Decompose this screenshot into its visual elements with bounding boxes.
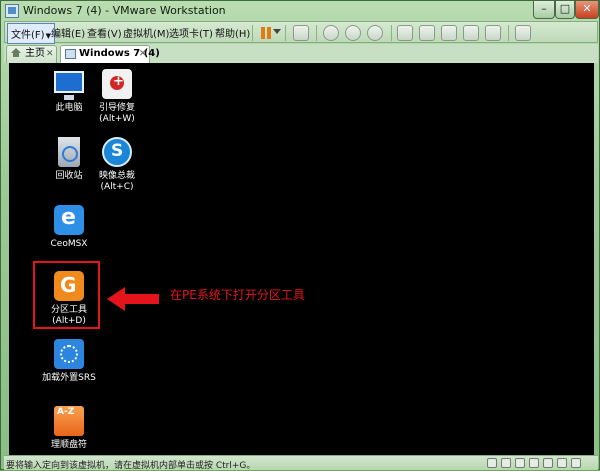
close-button[interactable]: ✕ [575,1,599,19]
desktop-icon-label: 引导修复 [98,103,135,113]
toolbar-separator [316,25,317,41]
highlight-box [33,261,100,329]
console-view-icon[interactable] [441,25,457,41]
title-bar[interactable]: Windows 7 (4) - VMware Workstation – □ ✕ [1,1,599,21]
red-arrow-icon [107,287,159,311]
status-bar: 要将输入定向到该虚拟机，请在虚拟机内部单击或按 Ctrl+G。 [4,455,598,471]
shortcut-label: (Alt+C) [100,182,134,192]
display-icon[interactable] [557,458,567,468]
network-icon[interactable] [529,458,539,468]
ceomsx-icon [54,205,84,235]
tab-home[interactable]: 主页 ✕ [6,45,57,63]
message-icon[interactable] [571,458,581,468]
vm-console[interactable]: 此电脑 引导修复 (Alt+W) 回收站 映像总裁 (Alt+C) CeoMSX… [9,63,594,455]
snapshot-icon[interactable] [323,25,339,41]
tab-windows-7-4[interactable]: Windows 7 (4) ✕ [60,45,160,63]
window-title: Windows 7 (4) - VMware Workstation [23,4,226,17]
recycle-bin-icon [58,137,80,167]
toolbar-separator [285,25,286,41]
fit-window-icon[interactable] [515,25,531,41]
send-ctrl-alt-del-icon[interactable] [293,25,309,41]
unity-icon[interactable] [485,25,501,41]
medical-kit-icon [102,69,132,99]
toolbar-separator [508,25,509,41]
vmware-app-icon [5,4,19,18]
srs-driver-icon [54,339,84,369]
close-icon[interactable]: ✕ [139,46,147,62]
annotation-text: 在PE系统下打开分区工具 [170,288,305,302]
desktop-icon-label: CeoMSX [50,239,88,249]
show-library-icon[interactable] [397,25,413,41]
menu-view[interactable]: 查看(V) [87,25,122,40]
menu-toolbar: 文件(F)▼ 编辑(E) 查看(V) 虚拟机(M) 选项卡(T) 帮助(H) [4,21,598,44]
close-icon[interactable]: ✕ [46,46,54,62]
thumbnail-bar-icon[interactable] [419,25,435,41]
maximize-button[interactable]: □ [555,1,575,19]
tab-label: Windows 7 (4) [79,48,160,59]
desktop-icon-label: 加载外置SRS [42,373,96,383]
hard-disk-icon[interactable] [487,458,497,468]
status-text: 要将输入定向到该虚拟机，请在虚拟机内部单击或按 Ctrl+G。 [6,461,256,471]
sort-az-icon [54,406,84,436]
virtual-machine-icon [65,49,76,59]
shortcut-label: (Alt+W) [99,114,135,124]
menu-vm[interactable]: 虚拟机(M) [123,25,169,40]
full-screen-icon[interactable] [463,25,479,41]
image-master-icon [102,137,132,167]
snapshot-manager-icon[interactable] [367,25,383,41]
menu-help[interactable]: 帮助(H) [215,25,250,40]
revert-snapshot-icon[interactable] [345,25,361,41]
minimize-button[interactable]: – [533,1,555,19]
menu-file[interactable]: 文件(F)▼ [7,23,55,44]
cd-dvd-icon[interactable] [501,458,511,468]
computer-icon [54,71,84,100]
desktop-icon-label: 理顺盘符 [50,440,87,450]
home-icon [11,48,21,57]
vmware-window: Windows 7 (4) - VMware Workstation – □ ✕… [0,0,600,471]
toolbar-separator [391,25,392,41]
menu-edit[interactable]: 编辑(E) [51,25,85,40]
toolbar-separator [252,25,253,41]
tab-label: 主页 [25,48,45,59]
menu-tabs[interactable]: 选项卡(T) [169,25,213,40]
power-dropdown-icon[interactable] [273,29,281,34]
desktop-icon-label: 映像总裁 [98,171,135,181]
sound-icon[interactable] [543,458,553,468]
usb-icon[interactable] [515,458,525,468]
tab-bar: 主页 ✕ Windows 7 (4) ✕ [4,44,598,63]
